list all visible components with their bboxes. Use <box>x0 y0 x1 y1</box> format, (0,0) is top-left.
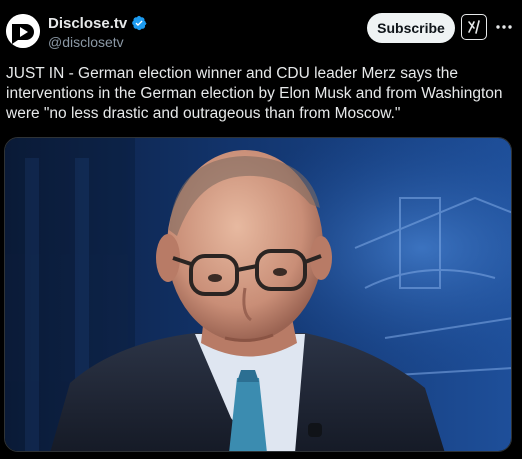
tweet-media[interactable] <box>4 137 512 452</box>
display-name[interactable]: Disclose.tv <box>48 15 127 32</box>
avatar[interactable] <box>6 14 40 48</box>
handle[interactable]: @disclosetv <box>48 34 124 50</box>
verified-badge-icon <box>132 15 147 31</box>
subscribe-button[interactable]: Subscribe <box>367 13 455 43</box>
more-dots-icon <box>496 25 512 29</box>
media-photo <box>5 138 511 451</box>
more-button[interactable] <box>494 14 514 40</box>
disclose-logo-icon <box>6 14 40 48</box>
tweet-header: Disclose.tv @disclosetv Subscribe <box>0 0 522 60</box>
name-row: Disclose.tv <box>48 13 147 33</box>
tweet-text: JUST IN - German election winner and CDU… <box>6 65 503 122</box>
grok-icon <box>468 20 480 34</box>
grok-button[interactable] <box>461 14 487 40</box>
